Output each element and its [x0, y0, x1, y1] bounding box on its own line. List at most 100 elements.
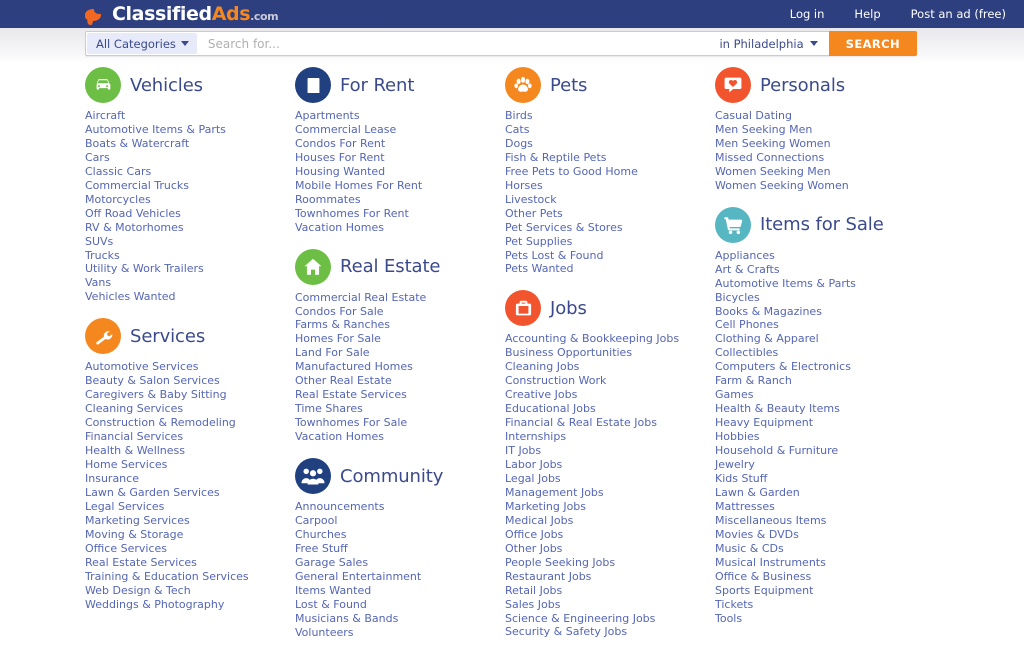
category-link[interactable]: Free Stuff — [295, 542, 348, 555]
category-link[interactable]: Apartments — [295, 109, 360, 122]
category-link[interactable]: Musicians & Bands — [295, 612, 398, 625]
category-link[interactable]: Casual Dating — [715, 109, 792, 122]
category-header-jobs[interactable]: Jobs — [505, 287, 715, 329]
category-link[interactable]: Dogs — [505, 137, 533, 150]
category-link[interactable]: Motorcycles — [85, 193, 151, 206]
category-link[interactable]: Classic Cars — [85, 165, 151, 178]
category-link[interactable]: Vehicles Wanted — [85, 290, 176, 303]
category-link[interactable]: Cats — [505, 123, 529, 136]
category-link[interactable]: Hobbies — [715, 430, 760, 443]
category-header-vehicles[interactable]: Vehicles — [85, 64, 295, 106]
category-link[interactable]: Real Estate Services — [85, 556, 197, 569]
category-link[interactable]: Carpool — [295, 514, 337, 527]
category-link[interactable]: Retail Jobs — [505, 584, 562, 597]
category-link[interactable]: Volunteers — [295, 626, 354, 639]
category-link[interactable]: Livestock — [505, 193, 557, 206]
category-link[interactable]: RV & Motorhomes — [85, 221, 184, 234]
category-link[interactable]: Other Pets — [505, 207, 563, 220]
category-link[interactable]: Vacation Homes — [295, 221, 384, 234]
category-link[interactable]: Vacation Homes — [295, 430, 384, 443]
category-link[interactable]: Farms & Ranches — [295, 318, 390, 331]
category-link[interactable]: Cleaning Jobs — [505, 360, 579, 373]
category-link[interactable]: Men Seeking Men — [715, 123, 812, 136]
category-link[interactable]: Movies & DVDs — [715, 528, 799, 541]
category-link[interactable]: Commercial Trucks — [85, 179, 189, 192]
category-link[interactable]: Labor Jobs — [505, 458, 562, 471]
category-link[interactable]: Legal Jobs — [505, 472, 561, 485]
category-link[interactable]: Items Wanted — [295, 584, 371, 597]
category-link[interactable]: Lost & Found — [295, 598, 367, 611]
category-link[interactable]: Homes For Sale — [295, 332, 381, 345]
login-link[interactable]: Log in — [790, 7, 825, 21]
post-ad-link[interactable]: Post an ad (free) — [911, 7, 1006, 21]
category-link[interactable]: Aircraft — [85, 109, 125, 122]
category-link[interactable]: Clothing & Apparel — [715, 332, 819, 345]
category-link[interactable]: Construction Work — [505, 374, 606, 387]
category-header-for-rent[interactable]: For Rent — [295, 64, 505, 106]
category-link[interactable]: Marketing Services — [85, 514, 190, 527]
category-link[interactable]: Birds — [505, 109, 533, 122]
category-link[interactable]: Manufactured Homes — [295, 360, 413, 373]
category-link[interactable]: Sales Jobs — [505, 598, 560, 611]
category-link[interactable]: Science & Engineering Jobs — [505, 612, 655, 625]
category-link[interactable]: Cleaning Services — [85, 402, 183, 415]
category-dropdown[interactable]: All Categories — [87, 33, 197, 54]
category-link[interactable]: Women Seeking Men — [715, 165, 831, 178]
category-link[interactable]: Financial Services — [85, 430, 183, 443]
category-link[interactable]: Cars — [85, 151, 110, 164]
category-link[interactable]: Automotive Items & Parts — [85, 123, 226, 136]
category-link[interactable]: Beauty & Salon Services — [85, 374, 220, 387]
category-link[interactable]: Kids Stuff — [715, 472, 767, 485]
category-link[interactable]: Commercial Real Estate — [295, 291, 426, 304]
category-link[interactable]: Commercial Lease — [295, 123, 396, 136]
category-link[interactable]: Free Pets to Good Home — [505, 165, 638, 178]
category-link[interactable]: Moving & Storage — [85, 528, 183, 541]
category-link[interactable]: Accounting & Bookkeeping Jobs — [505, 332, 679, 345]
category-link[interactable]: Houses For Rent — [295, 151, 385, 164]
category-header-community[interactable]: Community — [295, 455, 505, 497]
category-link[interactable]: Appliances — [715, 249, 775, 262]
category-link[interactable]: Farm & Ranch — [715, 374, 792, 387]
category-link[interactable]: Tickets — [715, 598, 753, 611]
category-link[interactable]: Legal Services — [85, 500, 164, 513]
category-header-real-estate[interactable]: Real Estate — [295, 246, 505, 288]
category-link[interactable]: Lawn & Garden Services — [85, 486, 220, 499]
site-logo[interactable]: ClassifiedAds.com — [85, 0, 279, 28]
category-link[interactable]: Training & Education Services — [85, 570, 249, 583]
category-link[interactable]: Musical Instruments — [715, 556, 826, 569]
category-link[interactable]: Pets Lost & Found — [505, 249, 603, 262]
category-link[interactable]: Management Jobs — [505, 486, 604, 499]
category-link[interactable]: Household & Furniture — [715, 444, 838, 457]
category-link[interactable]: Games — [715, 388, 753, 401]
category-link[interactable]: Time Shares — [295, 402, 363, 415]
category-link[interactable]: Weddings & Photography — [85, 598, 224, 611]
category-link[interactable]: Office Jobs — [505, 528, 563, 541]
category-link[interactable]: Utility & Work Trailers — [85, 262, 204, 275]
category-link[interactable]: Mattresses — [715, 500, 775, 513]
category-link[interactable]: Books & Magazines — [715, 305, 822, 318]
category-link[interactable]: Announcements — [295, 500, 384, 513]
category-link[interactable]: Office & Business — [715, 570, 811, 583]
category-link[interactable]: Condos For Rent — [295, 137, 385, 150]
category-link[interactable]: Home Services — [85, 458, 167, 471]
category-link[interactable]: Townhomes For Rent — [295, 207, 409, 220]
category-link[interactable]: Art & Crafts — [715, 263, 780, 276]
category-link[interactable]: Educational Jobs — [505, 402, 596, 415]
category-header-pets[interactable]: Pets — [505, 64, 715, 106]
search-input[interactable] — [197, 32, 709, 55]
category-link[interactable]: General Entertainment — [295, 570, 421, 583]
help-link[interactable]: Help — [854, 7, 880, 21]
category-link[interactable]: Boats & Watercraft — [85, 137, 189, 150]
category-link[interactable]: Women Seeking Women — [715, 179, 849, 192]
category-link[interactable]: Collectibles — [715, 346, 778, 359]
category-link[interactable]: Cell Phones — [715, 318, 779, 331]
category-header-items-for-sale[interactable]: Items for Sale — [715, 204, 945, 246]
category-link[interactable]: Sports Equipment — [715, 584, 813, 597]
category-link[interactable]: Internships — [505, 430, 566, 443]
category-link[interactable]: Restaurant Jobs — [505, 570, 591, 583]
category-link[interactable]: Horses — [505, 179, 543, 192]
category-link[interactable]: Other Jobs — [505, 542, 562, 555]
category-header-services[interactable]: Services — [85, 315, 295, 357]
category-link[interactable]: Music & CDs — [715, 542, 784, 555]
category-link[interactable]: Office Services — [85, 542, 167, 555]
